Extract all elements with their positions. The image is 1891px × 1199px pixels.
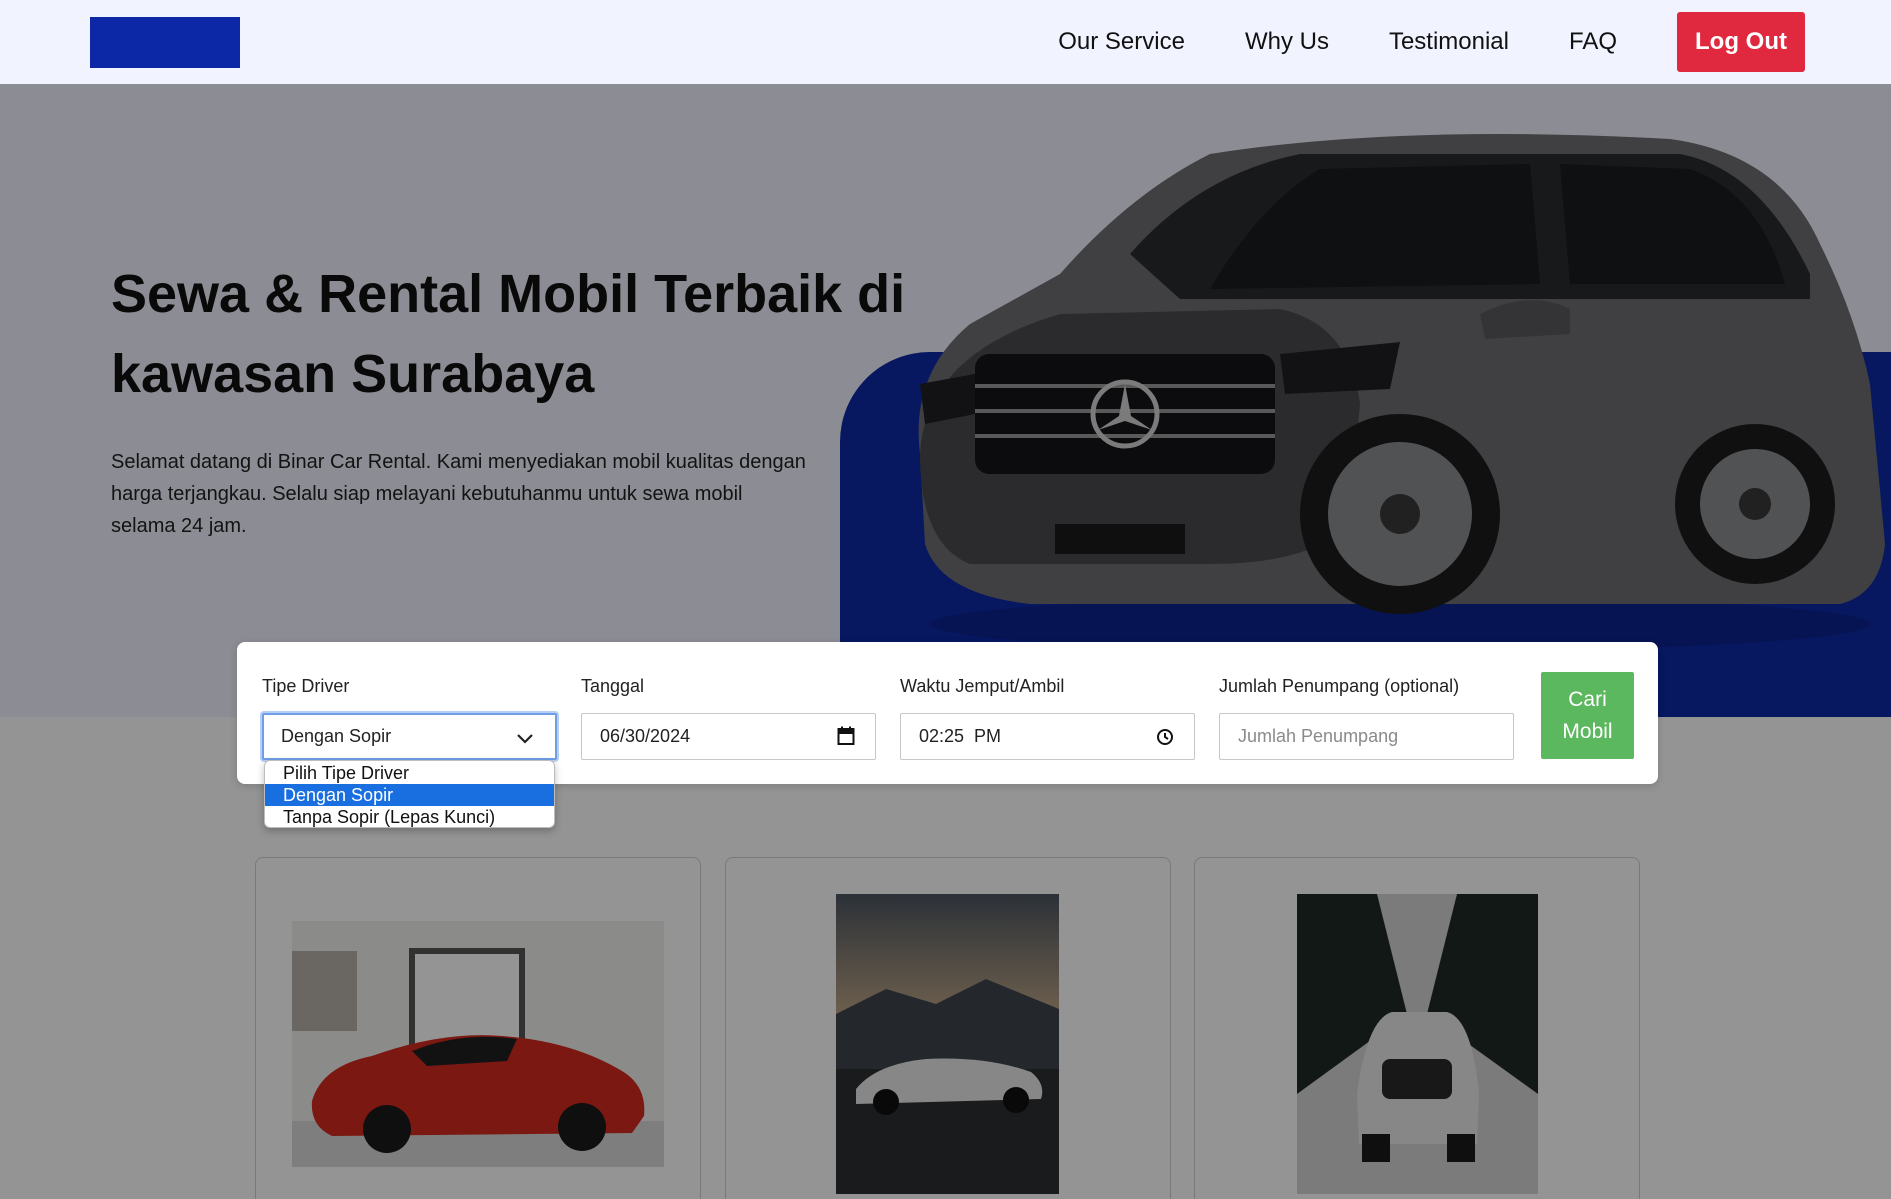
- dropdown-option[interactable]: Tanpa Sopir (Lepas Kunci): [265, 806, 554, 827]
- nav-link-why-us[interactable]: Why Us: [1245, 28, 1329, 56]
- passenger-field: Jumlah Penumpang (optional) Jumlah Penum…: [1219, 676, 1514, 760]
- time-label: Waktu Jemput/Ambil: [900, 676, 1065, 696]
- driver-type-label: Tipe Driver: [262, 676, 350, 696]
- time-field: Waktu Jemput/Ambil 02:25 PM: [900, 676, 1195, 760]
- nav-link-our-service[interactable]: Our Service: [1058, 28, 1185, 56]
- driver-type-field: Tipe Driver Dengan Sopir: [262, 676, 557, 760]
- date-input[interactable]: 06/30/2024: [581, 713, 876, 760]
- time-input[interactable]: 02:25 PM: [900, 713, 1195, 760]
- chevron-down-icon: [517, 734, 533, 744]
- driver-type-value: Dengan Sopir: [281, 726, 392, 746]
- driver-type-dropdown: Pilih Tipe Driver Dengan Sopir Tanpa Sop…: [264, 760, 555, 828]
- nav-links: Our Service Why Us Testimonial FAQ Log O…: [1058, 12, 1805, 72]
- search-car-button[interactable]: Cari Mobil: [1541, 672, 1634, 759]
- dropdown-option[interactable]: Pilih Tipe Driver: [265, 762, 554, 784]
- navbar: Our Service Why Us Testimonial FAQ Log O…: [0, 0, 1891, 84]
- clock-icon[interactable]: [1156, 728, 1174, 746]
- passenger-label: Jumlah Penumpang (optional): [1219, 676, 1460, 696]
- passenger-input[interactable]: Jumlah Penumpang: [1219, 713, 1514, 760]
- logo[interactable]: [90, 17, 240, 68]
- driver-type-select[interactable]: Dengan Sopir: [262, 713, 557, 760]
- nav-link-faq[interactable]: FAQ: [1569, 28, 1617, 56]
- nav-link-testimonial[interactable]: Testimonial: [1389, 28, 1509, 56]
- date-label: Tanggal: [581, 676, 645, 696]
- time-value: 02:25 PM: [919, 726, 1002, 746]
- calendar-icon[interactable]: [837, 726, 855, 746]
- date-value: 06/30/2024: [600, 726, 691, 746]
- dropdown-option-selected[interactable]: Dengan Sopir: [265, 784, 554, 806]
- logout-button[interactable]: Log Out: [1677, 12, 1805, 72]
- passenger-placeholder: Jumlah Penumpang: [1238, 726, 1399, 746]
- date-field: Tanggal 06/30/2024: [581, 676, 876, 760]
